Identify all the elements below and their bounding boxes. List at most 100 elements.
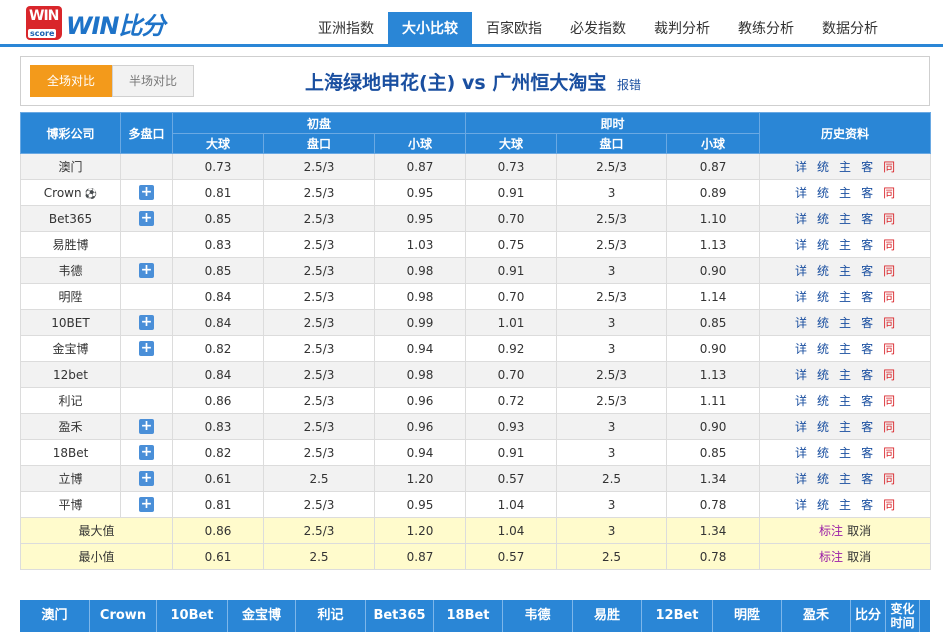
nav-asian-index[interactable]: 亚洲指数 <box>304 12 388 47</box>
history-link-stats[interactable]: 统 <box>817 496 829 513</box>
history-link-same[interactable]: 同 <box>883 262 895 279</box>
history-link-same[interactable]: 同 <box>883 314 895 331</box>
history-link-detail[interactable]: 详 <box>795 184 807 201</box>
history-link-detail[interactable]: 详 <box>795 288 807 305</box>
compare-tab[interactable]: 韦德 <box>503 600 573 632</box>
company-name[interactable]: 利记 <box>58 394 82 408</box>
history-link-home[interactable]: 主 <box>839 158 851 175</box>
history-link-detail[interactable]: 详 <box>795 236 807 253</box>
history-link-detail[interactable]: 详 <box>795 340 807 357</box>
compare-tab[interactable]: 变化时间 <box>886 600 920 632</box>
history-link-stats[interactable]: 统 <box>817 340 829 357</box>
history-link-home[interactable]: 主 <box>839 314 851 331</box>
company-cell[interactable]: 澳门 <box>20 153 121 180</box>
company-name[interactable]: 易胜博 <box>52 238 88 252</box>
history-link-same[interactable]: 同 <box>883 236 895 253</box>
company-cell[interactable]: Bet365 <box>20 205 121 232</box>
company-name[interactable]: 立博 <box>58 472 82 486</box>
company-cell[interactable]: 金宝博 <box>20 335 121 362</box>
history-link-detail[interactable]: 详 <box>795 314 807 331</box>
history-link-stats[interactable]: 统 <box>817 236 829 253</box>
expand-plus-icon[interactable]: + <box>139 263 154 278</box>
history-link-home[interactable]: 主 <box>839 496 851 513</box>
compare-tab[interactable]: 澳门 <box>20 600 90 632</box>
compare-tab[interactable]: 明陞 <box>713 600 782 632</box>
compare-tab[interactable]: 金宝博 <box>228 600 296 632</box>
history-link-detail[interactable]: 详 <box>795 496 807 513</box>
company-name[interactable]: 韦德 <box>58 264 82 278</box>
compare-tab[interactable]: 比分 <box>851 600 886 632</box>
history-link-away[interactable]: 客 <box>861 444 873 461</box>
company-cell[interactable]: Crown ⚽ <box>20 179 121 206</box>
mark-link[interactable]: 标注 <box>819 524 843 538</box>
history-link-away[interactable]: 客 <box>861 366 873 383</box>
history-link-stats[interactable]: 统 <box>817 418 829 435</box>
company-cell[interactable]: 利记 <box>20 387 121 414</box>
nav-referee-analysis[interactable]: 裁判分析 <box>640 12 724 47</box>
company-name[interactable]: 明陞 <box>58 290 82 304</box>
mark-link[interactable]: 标注 <box>819 550 843 564</box>
compare-tab[interactable]: 易胜 <box>573 600 642 632</box>
expand-plus-icon[interactable]: + <box>139 341 154 356</box>
company-cell[interactable]: 盈禾 <box>20 413 121 440</box>
history-link-same[interactable]: 同 <box>883 418 895 435</box>
company-name[interactable]: 金宝博 <box>52 342 88 356</box>
expand-plus-icon[interactable]: + <box>139 315 154 330</box>
history-link-away[interactable]: 客 <box>861 158 873 175</box>
company-name[interactable]: 18Bet <box>53 446 89 460</box>
history-link-away[interactable]: 客 <box>861 314 873 331</box>
nav-data-analysis[interactable]: 数据分析 <box>808 12 892 47</box>
history-link-away[interactable]: 客 <box>861 262 873 279</box>
history-link-home[interactable]: 主 <box>839 418 851 435</box>
compare-tab[interactable]: 10Bet <box>157 600 228 632</box>
history-link-stats[interactable]: 统 <box>817 288 829 305</box>
history-link-same[interactable]: 同 <box>883 392 895 409</box>
company-name[interactable]: 12bet <box>53 368 88 382</box>
history-link-detail[interactable]: 详 <box>795 158 807 175</box>
expand-plus-icon[interactable]: + <box>139 419 154 434</box>
history-link-away[interactable]: 客 <box>861 210 873 227</box>
history-link-stats[interactable]: 统 <box>817 392 829 409</box>
company-name[interactable]: Crown <box>44 186 82 200</box>
history-link-home[interactable]: 主 <box>839 444 851 461</box>
nav-euro-index[interactable]: 百家欧指 <box>472 12 556 47</box>
expand-plus-icon[interactable]: + <box>139 211 154 226</box>
nav-betfair-index[interactable]: 必发指数 <box>556 12 640 47</box>
history-link-away[interactable]: 客 <box>861 288 873 305</box>
report-error-link[interactable]: 报错 <box>617 78 641 92</box>
history-link-detail[interactable]: 详 <box>795 444 807 461</box>
history-link-home[interactable]: 主 <box>839 392 851 409</box>
history-link-detail[interactable]: 详 <box>795 392 807 409</box>
expand-plus-icon[interactable]: + <box>139 497 154 512</box>
history-link-away[interactable]: 客 <box>861 470 873 487</box>
expand-plus-icon[interactable]: + <box>139 185 154 200</box>
compare-tab[interactable]: 12Bet <box>642 600 713 632</box>
history-link-stats[interactable]: 统 <box>817 366 829 383</box>
history-link-same[interactable]: 同 <box>883 288 895 305</box>
history-link-same[interactable]: 同 <box>883 210 895 227</box>
history-link-detail[interactable]: 详 <box>795 470 807 487</box>
history-link-stats[interactable]: 统 <box>817 184 829 201</box>
company-cell[interactable]: 易胜博 <box>20 231 121 258</box>
nav-coach-analysis[interactable]: 教练分析 <box>724 12 808 47</box>
history-link-stats[interactable]: 统 <box>817 314 829 331</box>
history-link-same[interactable]: 同 <box>883 444 895 461</box>
history-link-same[interactable]: 同 <box>883 496 895 513</box>
history-link-home[interactable]: 主 <box>839 262 851 279</box>
history-link-away[interactable]: 客 <box>861 418 873 435</box>
company-name[interactable]: 平博 <box>58 498 82 512</box>
history-link-away[interactable]: 客 <box>861 496 873 513</box>
history-link-same[interactable]: 同 <box>883 184 895 201</box>
full-match-button[interactable]: 全场对比 <box>30 65 112 97</box>
history-link-away[interactable]: 客 <box>861 184 873 201</box>
company-cell[interactable]: 18Bet <box>20 439 121 466</box>
history-link-stats[interactable]: 统 <box>817 262 829 279</box>
compare-tab[interactable]: Bet365 <box>366 600 434 632</box>
company-name[interactable]: 澳门 <box>58 160 82 174</box>
history-link-home[interactable]: 主 <box>839 236 851 253</box>
cancel-link[interactable]: 取消 <box>847 524 871 538</box>
company-cell[interactable]: 明陞 <box>20 283 121 310</box>
compare-tab[interactable]: 利记 <box>296 600 366 632</box>
history-link-stats[interactable]: 统 <box>817 444 829 461</box>
company-cell[interactable]: 立博 <box>20 465 121 492</box>
